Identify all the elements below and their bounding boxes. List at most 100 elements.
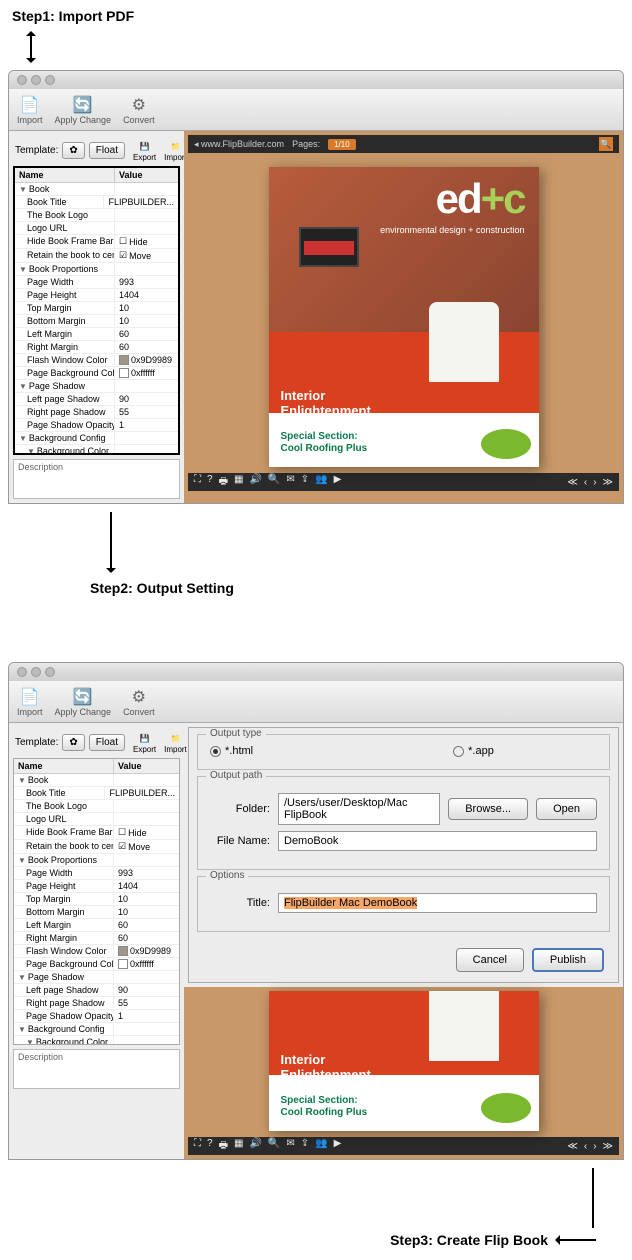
prop-row[interactable]: ▼Background Color [14,1036,179,1044]
import-button[interactable]: 📄 Import [17,687,43,717]
prop-row[interactable]: Page Background Color 0xffffff [14,958,179,971]
prop-row[interactable]: Right page Shadow 55 [14,997,179,1010]
filename-input[interactable]: DemoBook [278,831,597,851]
next-icon[interactable]: › [593,1141,596,1152]
prop-row[interactable]: ▼Background Color [15,445,178,453]
prop-row[interactable]: Left Margin 60 [14,919,179,932]
play-icon[interactable]: ▶ [334,474,342,491]
prop-row[interactable]: Top Margin 10 [14,893,179,906]
prop-row[interactable]: Page Shadow Opacity 1 [15,419,178,432]
prop-row[interactable]: Bottom Margin 10 [14,906,179,919]
magazine-cover[interactable]: ed+c environmental design + construction… [269,167,539,467]
print-icon[interactable]: 🖶 [219,1138,228,1155]
prop-row[interactable]: Hide Book Frame Bar☐ Hide [15,235,178,249]
prop-row[interactable]: Page Height 1404 [15,289,178,302]
share-icon[interactable]: ⇪ [301,474,309,491]
convert-button[interactable]: ⚙ Convert [123,687,155,717]
checkbox-icon[interactable]: ☐ [118,827,126,838]
prop-row[interactable]: Logo URL [15,222,178,235]
prop-row[interactable]: Retain the book to center☑ Move [14,840,179,854]
prop-row[interactable]: Right Margin 60 [15,341,178,354]
convert-button[interactable]: ⚙ Convert [123,95,155,125]
min-dot[interactable] [31,667,41,677]
prop-row[interactable]: Retain the book to center☑ Move [15,249,178,263]
template-name-button[interactable]: Float [89,734,125,751]
zoom-dot[interactable] [45,667,55,677]
sound-icon[interactable]: 🔊 [249,474,261,491]
prop-row[interactable]: Left Margin 60 [15,328,178,341]
title-input[interactable]: FlipBuilder Mac DemoBook [278,893,597,913]
first-icon[interactable]: ≪ [567,1141,577,1152]
zoom-icon[interactable]: 🔍 [268,474,280,491]
prop-row[interactable]: Page Background Color 0xffffff [15,367,178,380]
first-icon[interactable]: ≪ [567,477,577,488]
close-dot[interactable] [17,667,27,677]
apply-change-button[interactable]: 🔄 Apply Change [55,95,112,125]
prop-row[interactable]: ▼Background Config [14,1023,179,1036]
social-icon[interactable]: 👥 [315,474,327,491]
prop-row[interactable]: ▼Page Shadow [14,971,179,984]
prop-row[interactable]: ▼Book Proportions [15,263,178,276]
prop-row[interactable]: Logo URL [14,813,179,826]
prop-row[interactable]: Bottom Margin 10 [15,315,178,328]
folder-input[interactable]: /Users/user/Desktop/Mac FlipBook [278,793,440,825]
browse-button[interactable]: Browse... [448,798,528,820]
share-icon[interactable]: ⇪ [301,1138,309,1155]
zoom-dot[interactable] [45,75,55,85]
template-name-button[interactable]: Float [89,142,125,159]
gear-button[interactable]: ✿ [62,142,84,159]
fullscreen-icon[interactable]: ⛶ [194,1138,201,1155]
prop-row[interactable]: Left page Shadow 90 [14,984,179,997]
export-template-button[interactable]: 💾 Export [133,139,156,162]
help-icon[interactable]: ? [207,1138,213,1155]
cancel-button[interactable]: Cancel [456,948,524,972]
prop-row[interactable]: Top Margin 10 [15,302,178,315]
search-icon[interactable]: 🔍 [599,137,613,151]
prop-row[interactable]: Right page Shadow 55 [15,406,178,419]
checkbox-icon[interactable]: ☑ [118,841,126,852]
publish-button[interactable]: Publish [532,948,604,972]
prop-row[interactable]: The Book Logo [15,209,178,222]
prop-row[interactable]: ▼Background Config [15,432,178,445]
prop-row[interactable]: ▼Book [15,183,178,196]
checkbox-icon[interactable]: ☑ [119,250,127,261]
thumbs-icon[interactable]: ▦ [234,474,243,491]
prop-row[interactable]: Book Title FLIPBUILDER... [14,787,179,800]
prop-row[interactable]: Page Height 1404 [14,880,179,893]
prop-row[interactable]: Left page Shadow 90 [15,393,178,406]
page-indicator[interactable]: 1/10 [328,139,356,150]
last-icon[interactable]: ≫ [603,477,613,488]
prop-row[interactable]: Right Margin 60 [14,932,179,945]
prev-icon[interactable]: ‹ [584,1141,587,1152]
mail-icon[interactable]: ✉ [286,1138,294,1155]
help-icon[interactable]: ? [207,474,213,491]
magazine-cover-2[interactable]: InteriorEnlightenment Special Section:Co… [269,991,539,1131]
prop-row[interactable]: ▼Book Proportions [14,854,179,867]
prev-icon[interactable]: ‹ [584,477,587,488]
prop-row[interactable]: Page Width 993 [15,276,178,289]
last-icon[interactable]: ≫ [603,1141,613,1152]
prop-row[interactable]: The Book Logo [14,800,179,813]
import-button[interactable]: 📄 Import [17,95,43,125]
play-icon[interactable]: ▶ [334,1138,342,1155]
min-dot[interactable] [31,75,41,85]
close-dot[interactable] [17,75,27,85]
sound-icon[interactable]: 🔊 [249,1138,261,1155]
zoom-icon[interactable]: 🔍 [268,1138,280,1155]
prop-row[interactable]: ▼Book [14,774,179,787]
print-icon[interactable]: 🖶 [219,474,228,491]
prop-row[interactable]: Page Shadow Opacity 1 [14,1010,179,1023]
prop-row[interactable]: Flash Window Color 0x9D9989 [14,945,179,958]
open-button[interactable]: Open [536,798,597,820]
radio-html[interactable]: *.html [210,745,253,757]
radio-app[interactable]: *.app [453,745,494,757]
social-icon[interactable]: 👥 [315,1138,327,1155]
mail-icon[interactable]: ✉ [286,474,294,491]
prop-row[interactable]: ▼Page Shadow [15,380,178,393]
gear-button[interactable]: ✿ [62,734,84,751]
fullscreen-icon[interactable]: ⛶ [194,474,201,491]
export-template-button[interactable]: 💾 Export [133,731,156,754]
apply-change-button[interactable]: 🔄 Apply Change [55,687,112,717]
prop-row[interactable]: Flash Window Color 0x9D9989 [15,354,178,367]
thumbs-icon[interactable]: ▦ [234,1138,243,1155]
